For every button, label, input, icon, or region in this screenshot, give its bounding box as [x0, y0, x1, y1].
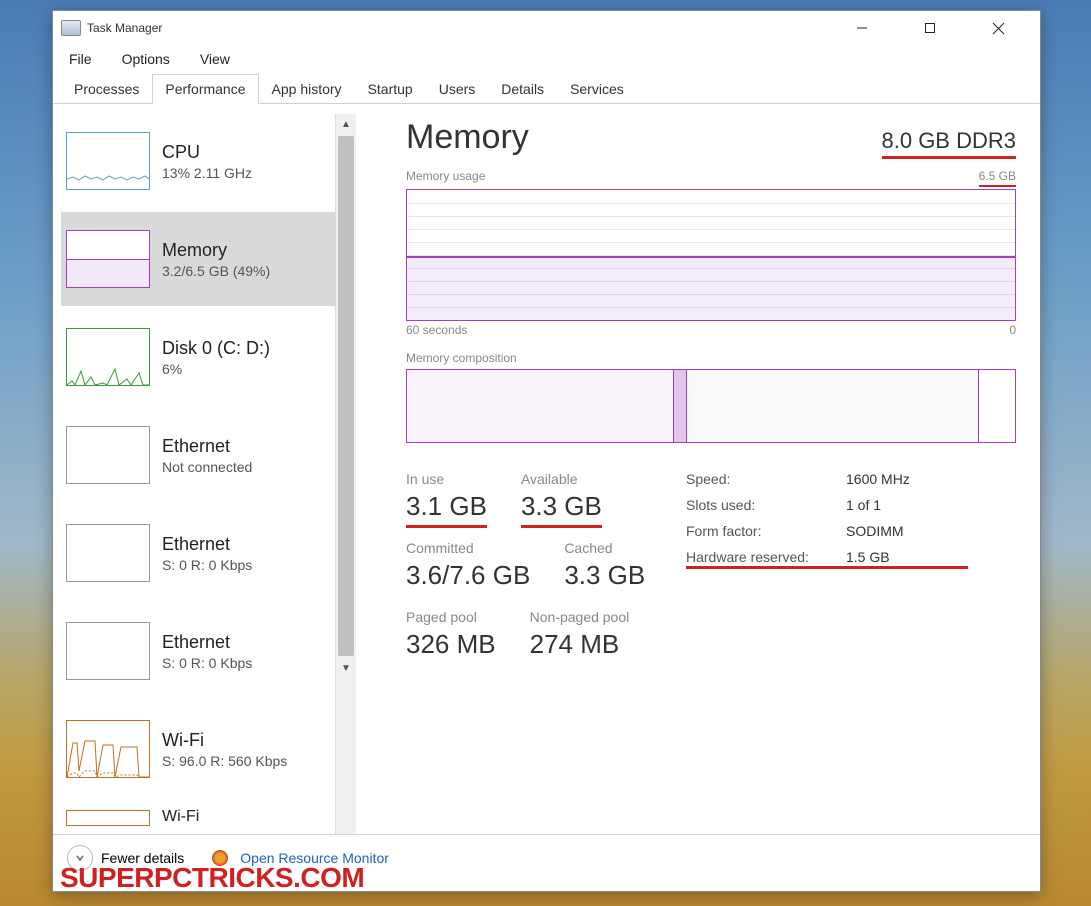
sidebar-item-label: Wi-Fi — [162, 730, 287, 751]
wifi-thumbnail-chart — [66, 720, 150, 778]
composition-standby — [687, 370, 977, 442]
titlebar[interactable]: Task Manager — [53, 11, 1040, 45]
paged-value: 326 MB — [406, 629, 496, 660]
menu-options[interactable]: Options — [116, 47, 176, 71]
sidebar-item-label: Memory — [162, 240, 270, 261]
nonpaged-value: 274 MB — [530, 629, 630, 660]
chart-label-left: Memory usage — [406, 169, 485, 187]
sidebar-item-disk[interactable]: Disk 0 (C: D:) 6% — [61, 310, 335, 404]
speed-val: 1600 MHz — [846, 471, 910, 487]
sidebar-item-wifi-1[interactable]: Wi-Fi S: 96.0 R: 560 Kbps — [61, 702, 335, 796]
in-use-value: 3.1 GB — [406, 491, 487, 522]
info-table: Speed: 1600 MHz Slots used: 1 of 1 Form … — [686, 471, 1016, 678]
sidebar-item-label: CPU — [162, 142, 252, 163]
cpu-thumbnail-chart — [66, 132, 150, 190]
sidebar-item-label: Ethernet — [162, 632, 252, 653]
desktop-background: Task Manager File Options View Processes… — [0, 0, 1091, 906]
paged-label: Paged pool — [406, 609, 496, 625]
sidebar-item-sub: S: 0 R: 0 Kbps — [162, 557, 252, 573]
composition-free — [978, 370, 1015, 442]
sidebar-item-sub: 13% 2.11 GHz — [162, 165, 252, 181]
sidebar-item-label: Wi-Fi — [162, 808, 199, 826]
page-title: Memory — [406, 118, 529, 157]
available-label: Available — [521, 471, 602, 487]
tab-processes[interactable]: Processes — [61, 74, 152, 104]
speed-key: Speed: — [686, 471, 846, 487]
nonpaged-label: Non-paged pool — [530, 609, 630, 625]
composition-modified — [673, 370, 687, 442]
disk-thumbnail-chart — [66, 328, 150, 386]
form-key: Form factor: — [686, 523, 846, 539]
sidebar-item-wifi-2[interactable]: Wi-Fi — [61, 800, 335, 834]
memory-composition-bar — [406, 369, 1016, 443]
chart-axis-right: 0 — [1009, 323, 1016, 337]
memory-spec: 8.0 GB DDR3 — [882, 128, 1017, 159]
task-manager-icon — [61, 20, 81, 36]
sidebar-item-memory[interactable]: Memory 3.2/6.5 GB (49%) — [61, 212, 335, 306]
sidebar-item-sub: S: 0 R: 0 Kbps — [162, 655, 252, 671]
close-button[interactable] — [976, 13, 1020, 43]
slots-val: 1 of 1 — [846, 497, 881, 513]
tab-details[interactable]: Details — [488, 74, 557, 104]
memory-usage-chart — [406, 189, 1016, 321]
sidebar-item-label: Disk 0 (C: D:) — [162, 338, 270, 359]
tab-app-history[interactable]: App history — [259, 74, 355, 104]
ethernet-thumbnail-chart — [66, 524, 150, 582]
ethernet-thumbnail-chart — [66, 622, 150, 680]
memory-thumbnail-chart — [66, 230, 150, 288]
wifi-thumbnail-chart — [66, 810, 150, 826]
tab-users[interactable]: Users — [426, 74, 489, 104]
maximize-button[interactable] — [908, 13, 952, 43]
cached-label: Cached — [564, 540, 645, 556]
available-value: 3.3 GB — [521, 491, 602, 522]
menu-view[interactable]: View — [194, 47, 236, 71]
sidebar-item-cpu[interactable]: CPU 13% 2.11 GHz — [61, 114, 335, 208]
committed-value: 3.6/7.6 GB — [406, 560, 530, 591]
window-controls — [840, 13, 1020, 43]
tab-startup[interactable]: Startup — [355, 74, 426, 104]
window-title: Task Manager — [87, 21, 840, 35]
sidebar-item-label: Ethernet — [162, 436, 252, 457]
minimize-button[interactable] — [840, 13, 884, 43]
sidebar: CPU 13% 2.11 GHz Memory 3.2/6.5 GB (49%) — [61, 114, 335, 834]
in-use-label: In use — [406, 471, 487, 487]
sidebar-scrollbar[interactable]: ▲ ▼ — [335, 114, 356, 834]
chart-axis-left: 60 seconds — [406, 323, 467, 337]
scroll-up-icon[interactable]: ▲ — [336, 114, 356, 134]
committed-label: Committed — [406, 540, 530, 556]
sidebar-item-sub: S: 96.0 R: 560 Kbps — [162, 753, 287, 769]
watermark-text: superpctricks.com — [60, 862, 364, 894]
composition-in-use — [407, 370, 673, 442]
tab-services[interactable]: Services — [557, 74, 637, 104]
chart-label-right: 6.5 GB — [979, 169, 1016, 187]
hw-key: Hardware reserved: — [686, 549, 846, 565]
menubar: File Options View — [53, 45, 1040, 73]
form-val: SODIMM — [846, 523, 904, 539]
sidebar-item-ethernet-3[interactable]: Ethernet S: 0 R: 0 Kbps — [61, 604, 335, 698]
sidebar-item-sub: 6% — [162, 361, 270, 377]
sidebar-item-sub: Not connected — [162, 459, 252, 475]
hw-val: 1.5 GB — [846, 549, 890, 565]
sidebar-item-ethernet-2[interactable]: Ethernet S: 0 R: 0 Kbps — [61, 506, 335, 600]
stats-area: In use 3.1 GB Available 3.3 GB Committed — [406, 471, 1016, 678]
body: CPU 13% 2.11 GHz Memory 3.2/6.5 GB (49%) — [53, 104, 1040, 834]
sidebar-container: CPU 13% 2.11 GHz Memory 3.2/6.5 GB (49%) — [53, 104, 372, 834]
ethernet-thumbnail-chart — [66, 426, 150, 484]
main-panel: Memory 8.0 GB DDR3 Memory usage 6.5 GB — [372, 104, 1040, 834]
tabstrip: Processes Performance App history Startu… — [53, 73, 1040, 104]
menu-file[interactable]: File — [63, 47, 98, 71]
sidebar-item-sub: 3.2/6.5 GB (49%) — [162, 263, 270, 279]
slots-key: Slots used: — [686, 497, 846, 513]
scroll-down-icon[interactable]: ▼ — [336, 658, 356, 678]
tab-performance[interactable]: Performance — [152, 74, 258, 104]
composition-label: Memory composition — [406, 351, 1016, 365]
sidebar-item-ethernet-1[interactable]: Ethernet Not connected — [61, 408, 335, 502]
task-manager-window: Task Manager File Options View Processes… — [52, 10, 1041, 892]
cached-value: 3.3 GB — [564, 560, 645, 591]
scroll-thumb[interactable] — [338, 136, 354, 656]
sidebar-item-label: Ethernet — [162, 534, 252, 555]
